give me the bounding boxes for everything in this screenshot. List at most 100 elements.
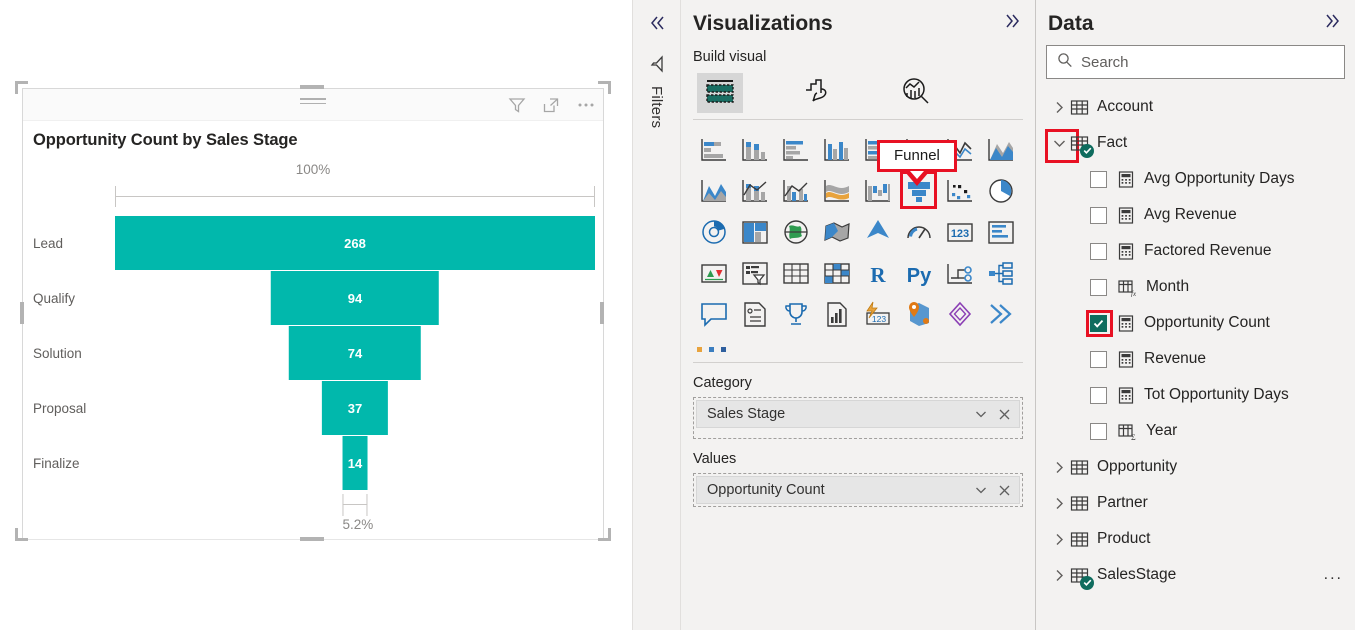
slicer-icon[interactable] xyxy=(734,252,775,293)
funnel-visual-container[interactable]: Opportunity Count by Sales Stage 100% Le… xyxy=(22,88,604,540)
field-checkbox[interactable] xyxy=(1090,315,1107,332)
ribbon-chart-icon[interactable] xyxy=(816,170,857,211)
funnel-bar[interactable]: 268 xyxy=(115,216,595,270)
gauge-chart-icon[interactable] xyxy=(898,211,939,252)
donut-chart-icon[interactable] xyxy=(693,211,734,252)
tab-build-visual[interactable] xyxy=(697,73,743,113)
data-field-month[interactable]: fxMonth xyxy=(1036,269,1355,305)
funnel-bar-row[interactable]: Solution74 xyxy=(23,326,603,380)
funnel-bar-row[interactable]: Finalize14 xyxy=(23,436,603,490)
kpi-icon[interactable] xyxy=(693,252,734,293)
power-bi-visual-icon[interactable] xyxy=(980,293,1021,334)
focus-mode-icon[interactable] xyxy=(541,95,561,115)
data-field-tot-opportunity-days[interactable]: Tot Opportunity Days xyxy=(1036,377,1355,413)
drag-handle-icon[interactable] xyxy=(300,98,326,107)
visual-type-gallery[interactable]: 123RPy123 xyxy=(681,125,1035,334)
resize-handle-right[interactable] xyxy=(600,302,604,324)
power-automate-icon[interactable]: 123 xyxy=(857,293,898,334)
close-icon[interactable] xyxy=(998,408,1011,421)
data-pane[interactable]: Data Search AccountFactAvg Opportunity D… xyxy=(1035,0,1355,630)
multi-row-card-icon[interactable] xyxy=(980,211,1021,252)
scatter-chart-icon[interactable] xyxy=(939,170,980,211)
table-more-options-icon[interactable]: ... xyxy=(1324,566,1343,584)
field-checkbox[interactable] xyxy=(1090,351,1107,368)
filter-funnel-icon[interactable] xyxy=(646,53,668,80)
table-icon[interactable] xyxy=(775,252,816,293)
report-canvas[interactable]: Opportunity Count by Sales Stage 100% Le… xyxy=(0,0,632,630)
field-pill[interactable]: Opportunity Count xyxy=(696,476,1020,504)
chevron-right-icon[interactable] xyxy=(1048,568,1070,583)
card-icon[interactable]: 123 xyxy=(939,211,980,252)
stacked-column-chart-icon[interactable] xyxy=(734,129,775,170)
chevron-right-icon[interactable] xyxy=(1048,496,1070,511)
expand-pane-icon[interactable] xyxy=(1321,10,1343,37)
field-checkbox[interactable] xyxy=(1090,207,1107,224)
azure-map-icon[interactable] xyxy=(857,211,898,252)
chevron-right-icon[interactable] xyxy=(1048,100,1070,115)
resize-handle-bottom-right[interactable] xyxy=(598,528,611,541)
python-visual-icon[interactable]: Py xyxy=(898,252,939,293)
stacked-bar-chart-icon[interactable] xyxy=(693,129,734,170)
field-checkbox[interactable] xyxy=(1090,171,1107,188)
stacked-area-chart-icon[interactable] xyxy=(693,170,734,211)
decomposition-tree-icon[interactable] xyxy=(939,252,980,293)
clustered-column-chart-icon[interactable] xyxy=(816,129,857,170)
chevron-down-icon[interactable] xyxy=(974,483,988,497)
resize-handle-left[interactable] xyxy=(20,302,24,324)
tab-format-visual[interactable] xyxy=(795,73,841,113)
collapse-chevron-icon[interactable] xyxy=(646,12,668,39)
data-field-opportunity-count[interactable]: Opportunity Count xyxy=(1036,305,1355,341)
data-field-avg-opportunity-days[interactable]: Avg Opportunity Days xyxy=(1036,161,1355,197)
funnel-bar[interactable]: 14 xyxy=(343,436,368,490)
data-field-revenue[interactable]: Revenue xyxy=(1036,341,1355,377)
data-table-fact[interactable]: Fact xyxy=(1036,125,1355,161)
data-table-account[interactable]: Account xyxy=(1036,89,1355,125)
arcgis-maps-icon[interactable] xyxy=(898,293,939,334)
area-chart-icon[interactable] xyxy=(980,129,1021,170)
filter-icon[interactable] xyxy=(507,95,527,115)
chevron-down-icon[interactable] xyxy=(1048,136,1070,151)
chevron-right-icon[interactable] xyxy=(1048,460,1070,475)
data-table-salesstage[interactable]: SalesStage... xyxy=(1036,557,1355,593)
line-and-stacked-column-chart-icon[interactable] xyxy=(734,170,775,211)
filled-map-icon[interactable] xyxy=(816,211,857,252)
close-icon[interactable] xyxy=(998,484,1011,497)
more-options-icon[interactable] xyxy=(575,95,595,115)
tab-analytics[interactable] xyxy=(893,73,939,113)
search-input[interactable]: Search xyxy=(1046,45,1345,79)
key-influencers-icon[interactable] xyxy=(980,252,1021,293)
field-checkbox[interactable] xyxy=(1090,423,1107,440)
data-table-partner[interactable]: Partner xyxy=(1036,485,1355,521)
field-checkbox[interactable] xyxy=(1090,243,1107,260)
field-well-category[interactable]: Category Sales Stage xyxy=(681,363,1035,439)
paginated-report-icon[interactable] xyxy=(734,293,775,334)
expand-pane-icon[interactable] xyxy=(1001,10,1023,37)
data-field-year[interactable]: ΣYear xyxy=(1036,413,1355,449)
metrics-icon[interactable] xyxy=(775,293,816,334)
line-and-clustered-column-chart-icon[interactable] xyxy=(775,170,816,211)
funnel-chart[interactable]: 100% Lead268Qualify94Solution74Proposal3… xyxy=(23,150,603,540)
funnel-bar-row[interactable]: Proposal37 xyxy=(23,381,603,435)
visio-icon[interactable] xyxy=(939,293,980,334)
field-drop-zone[interactable]: Sales Stage xyxy=(693,397,1023,439)
resize-handle-bottom[interactable] xyxy=(300,537,324,541)
treemap-icon[interactable] xyxy=(734,211,775,252)
funnel-bar-row[interactable]: Lead268 xyxy=(23,216,603,270)
chevron-right-icon[interactable] xyxy=(1048,532,1070,547)
field-well-values[interactable]: Values Opportunity Count xyxy=(681,439,1035,507)
resize-handle-top[interactable] xyxy=(300,85,324,89)
data-table-opportunity[interactable]: Opportunity xyxy=(1036,449,1355,485)
clustered-bar-chart-icon[interactable] xyxy=(775,129,816,170)
resize-handle-bottom-left[interactable] xyxy=(15,528,28,541)
map-icon[interactable] xyxy=(775,211,816,252)
waterfall-chart-icon[interactable] xyxy=(857,170,898,211)
field-checkbox[interactable] xyxy=(1090,279,1107,296)
field-checkbox[interactable] xyxy=(1090,387,1107,404)
visualizations-pane[interactable]: Visualizations Build visual xyxy=(680,0,1035,630)
smart-narrative-icon[interactable] xyxy=(693,293,734,334)
chevron-down-icon[interactable] xyxy=(974,407,988,421)
funnel-bar[interactable]: 37 xyxy=(322,381,388,435)
funnel-bar[interactable]: 94 xyxy=(271,271,439,325)
filters-pane-collapsed[interactable]: Filters xyxy=(632,0,680,630)
more-visuals-button[interactable] xyxy=(681,334,1035,352)
